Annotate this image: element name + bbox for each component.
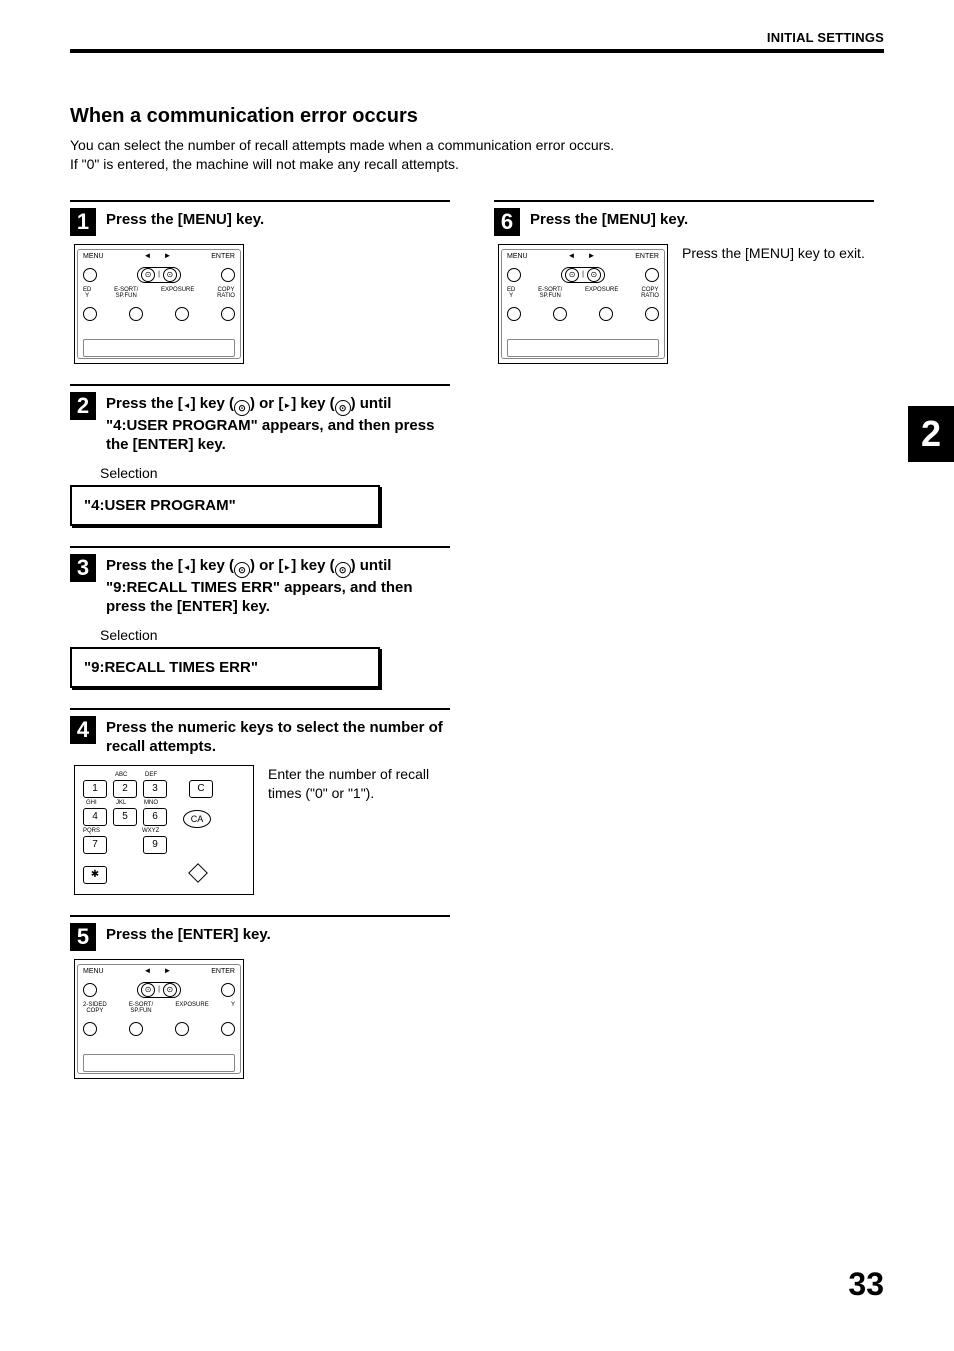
menu-button-icon [83,268,97,282]
key-7: 7 [83,836,107,854]
key-3: 3 [143,780,167,798]
panel-label-enter: ENTER [211,253,235,260]
control-panel-diagram: MENU ENTER ⊙|⊙ [498,244,668,364]
arrow-left-icon [183,395,191,412]
circle-button-icon: ⊙ [335,400,351,416]
step-number: 4 [70,716,96,744]
section-title: When a communication error occurs [70,105,884,128]
step-note: Press the [MENU] key to exit. [682,244,874,263]
step-number: 5 [70,923,96,951]
display-readout: "4:USER PROGRAM" [70,485,380,526]
selection-label: Selection [100,465,450,481]
enter-button-icon [221,268,235,282]
intro-line-2: If "0" is entered, the machine will not … [70,156,459,172]
left-column: 1 Press the [MENU] key. MENU ENT [70,200,450,1099]
circle-button-icon: ⊙ [335,562,351,578]
step-6: 6 Press the [MENU] key. MENU ENTER [494,200,874,364]
keypad-diagram: ABC DEF 1 2 3 C GHI JKL MNO 4 5 6 [74,765,254,895]
circle-button-icon: ⊙ [234,562,250,578]
step-number: 2 [70,392,96,420]
start-icon [188,863,208,883]
arrow-left-icon [183,557,191,574]
key-ca: CA [183,810,211,828]
step-title: Press the [MENU] key. [530,208,688,230]
step-title: Press the [] key (⊙) or [] key (⊙) until… [106,554,450,617]
step-title: Press the [MENU] key. [106,208,264,230]
step-number: 6 [494,208,520,236]
left-button-icon: ⊙ [141,268,155,282]
selection-label: Selection [100,627,450,643]
page-number: 33 [848,1266,884,1303]
arrow-right-icon [163,251,171,260]
breadcrumb: INITIAL SETTINGS [70,30,884,49]
right-column: 6 Press the [MENU] key. MENU ENTER [494,200,874,384]
step-5: 5 Press the [ENTER] key. MENU ENTER [70,915,450,1079]
key-6: 6 [143,808,167,826]
key-star: ✱ [83,866,107,884]
step-1: 1 Press the [MENU] key. MENU ENT [70,200,450,364]
control-panel-diagram: MENU ENTER ⊙ | ⊙ [74,244,244,364]
step-number: 1 [70,208,96,236]
step-title: Press the [ENTER] key. [106,923,271,945]
step-3: 3 Press the [] key (⊙) or [] key (⊙) unt… [70,546,450,688]
key-9: 9 [143,836,167,854]
key-2: 2 [113,780,137,798]
key-5: 5 [113,808,137,826]
step-title: Press the [] key (⊙) or [] key (⊙) until… [106,392,450,455]
arrow-right-icon [163,966,171,975]
circle-button-icon: ⊙ [234,400,250,416]
section-intro: You can select the number of recall atte… [70,136,884,174]
arrow-left-icon [144,251,152,260]
step-4: 4 Press the numeric keys to select the n… [70,708,450,895]
arrow-left-icon [144,966,152,975]
control-panel-diagram: MENU ENTER ⊙|⊙ [74,959,244,1079]
header-rule [70,49,884,53]
key-c: C [189,780,213,798]
intro-line-1: You can select the number of recall atte… [70,137,614,153]
key-4: 4 [83,808,107,826]
step-note: Enter the number of recall times ("0" or… [268,765,450,803]
panel-label-menu: MENU [83,253,104,260]
step-number: 3 [70,554,96,582]
arrow-right-icon [587,251,595,260]
chapter-tab: 2 [908,406,954,462]
step-2: 2 Press the [] key (⊙) or [] key (⊙) unt… [70,384,450,526]
arrow-left-icon [568,251,576,260]
right-button-icon: ⊙ [163,268,177,282]
key-1: 1 [83,780,107,798]
step-title: Press the numeric keys to select the num… [106,716,450,757]
display-readout: "9:RECALL TIMES ERR" [70,647,380,688]
